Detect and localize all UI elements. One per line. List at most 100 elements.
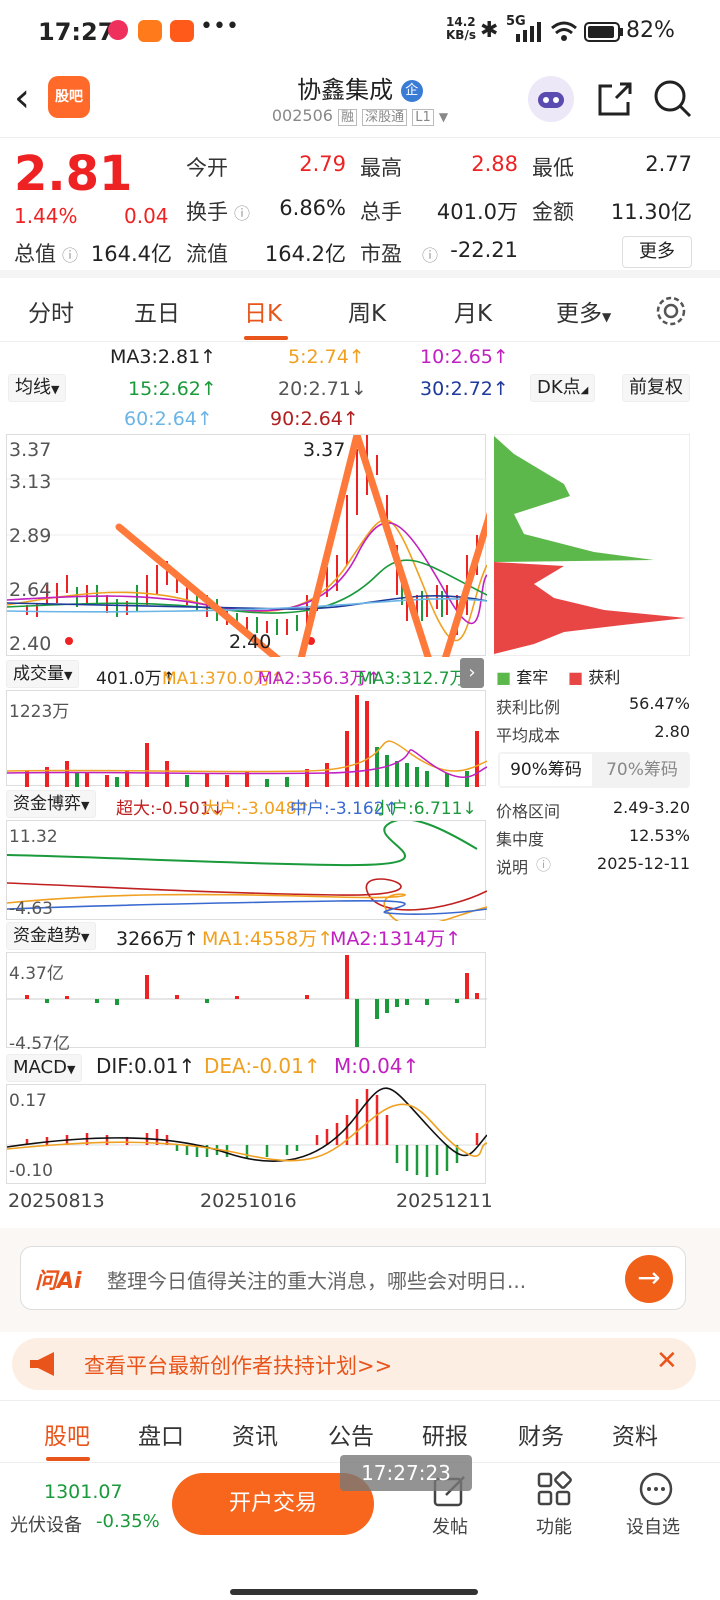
volume-ymax: 1223万 — [9, 702, 70, 722]
share-icon[interactable] — [592, 76, 638, 122]
volume-label: 总手 — [360, 200, 402, 224]
tag-connect: 深股通 — [362, 109, 408, 126]
more-quote-button[interactable]: 更多 — [622, 236, 692, 268]
profit-ratio-label: 获利比例 — [496, 698, 561, 717]
high-value: 2.88 — [471, 152, 518, 176]
info-icon[interactable]: ⓘ — [422, 242, 438, 266]
tab-monthly-k[interactable]: 月K — [454, 294, 492, 328]
adjust-select[interactable]: 前复权 — [622, 374, 690, 402]
tab-chip-70[interactable]: 70%筹码 — [596, 754, 688, 786]
home-indicator[interactable] — [230, 1589, 478, 1595]
tab-chip-90[interactable]: 90%筹码 — [500, 754, 592, 786]
stock-header: ‹ 股吧 协鑫集成 企 002506 融 深股通 L1 ▼ — [0, 66, 720, 138]
search-icon[interactable] — [650, 76, 696, 122]
date-end: 20251211 — [396, 1190, 493, 1212]
function-label[interactable]: 功能 — [536, 1513, 572, 1539]
turnover-label: 换手 — [186, 200, 228, 224]
fund-trend-select[interactable]: 资金趋势▼ — [6, 922, 97, 950]
tab-profile[interactable]: 资料 — [612, 1417, 658, 1451]
tab-research[interactable]: 研报 — [422, 1417, 468, 1451]
ask-ai-input[interactable]: 问Ai 整理今日值得关注的重大消息，哪些会对明日... → — [20, 1246, 686, 1310]
concentration-value: 12.53% — [628, 826, 690, 845]
amount-label: 金额 — [532, 200, 574, 224]
open-label: 今开 — [186, 156, 228, 180]
index-name[interactable]: 光伏设备 — [10, 1511, 82, 1537]
ma10-value: 10:2.65↑ — [420, 346, 509, 368]
turnover-value: 6.86% — [279, 196, 346, 220]
k-y-label: 2.40 — [9, 633, 52, 655]
fund-game-ymax: 11.32 — [9, 827, 58, 847]
timestamp-overlay: 17:27:23 — [340, 1455, 472, 1491]
info-icon[interactable]: ⓘ — [62, 242, 78, 266]
wifi-icon — [551, 21, 577, 41]
info-icon[interactable]: ⓘ — [234, 200, 250, 224]
date-mid: 20251016 — [200, 1190, 297, 1212]
back-icon[interactable]: ‹ — [14, 78, 30, 118]
guba-logo[interactable]: 股吧 — [48, 76, 90, 118]
close-icon[interactable]: ✕ — [656, 1346, 678, 1376]
dk-dot — [65, 637, 73, 645]
tab-guba[interactable]: 股吧 — [44, 1417, 90, 1451]
assistant-avatar-icon[interactable] — [528, 76, 574, 122]
bottom-nav: 1301.07 光伏设备 -0.35% 开户交易 发帖 功能 设自选 17:27… — [0, 1455, 720, 1600]
tab-five-day[interactable]: 五日 — [134, 294, 180, 328]
note-label: 说明 — [496, 858, 529, 877]
fund-trend-ma1: MA1:4558万↑ — [202, 928, 334, 950]
post-label[interactable]: 发帖 — [432, 1513, 468, 1539]
net-speed: 14.2 KB/s — [446, 15, 476, 42]
ask-ai-placeholder: 整理今日值得关注的重大消息，哪些会对明日... — [107, 1269, 527, 1293]
indicator-select[interactable]: 均线▼ — [8, 374, 67, 402]
tab-intraday[interactable]: 分时 — [28, 294, 74, 328]
fund-trend-ma2: MA2:1314万↑ — [330, 928, 462, 950]
fund-game-lines — [6, 818, 488, 927]
watchlist-label[interactable]: 设自选 — [626, 1513, 680, 1539]
fund-trend-ymax: 4.37亿 — [9, 964, 64, 984]
open-value: 2.79 — [299, 152, 346, 176]
send-arrow-icon[interactable]: → — [625, 1255, 673, 1303]
collapse-arrow-icon[interactable]: › — [460, 658, 484, 688]
float-cap-label: 流值 — [186, 242, 228, 266]
high-label: 最高 — [360, 156, 402, 180]
tab-daily-k[interactable]: 日K — [244, 294, 282, 328]
quote-panel: 2.81 1.44% 0.04 今开 2.79 最高 2.88 最低 2.77 … — [0, 140, 720, 278]
dk-point-toggle[interactable]: DK点◢ — [530, 374, 596, 402]
macd-select[interactable]: MACD▼ — [6, 1054, 83, 1082]
status-bar: 17:27 ••• 14.2 KB/s ✱ 5G 82% — [0, 0, 720, 66]
watchlist-icon[interactable] — [638, 1471, 674, 1507]
chip-distribution-chart — [494, 434, 690, 656]
settings-gear-icon[interactable] — [654, 294, 688, 328]
index-change: -0.35% — [96, 1511, 160, 1532]
stock-sub: 002506 融 深股通 L1 ▼ — [250, 106, 470, 126]
ma30-value: 30:2.72↑ — [420, 378, 509, 400]
bluetooth-icon: ✱ — [480, 18, 499, 43]
macd-bars — [6, 1087, 488, 1177]
macd-chart: 0.17 -0.10 — [6, 1084, 488, 1184]
info-icon[interactable]: ⓘ — [536, 854, 551, 875]
amount-value: 11.30亿 — [610, 200, 692, 224]
chevron-down-icon[interactable]: ▼ — [439, 110, 448, 124]
ma3-value: MA3:2.81↑ — [110, 346, 217, 368]
tab-news[interactable]: 资讯 — [232, 1417, 278, 1451]
change-percent: 1.44% — [14, 204, 78, 228]
k-y-label: 2.89 — [9, 525, 52, 547]
notice-text: 查看平台最新创作者扶持计划>> — [84, 1354, 393, 1378]
tab-finance[interactable]: 财务 — [518, 1417, 564, 1451]
high-marker: 3.37 — [303, 439, 346, 461]
megaphone-icon — [30, 1352, 54, 1376]
kline-chart[interactable]: 3.37 3.13 2.89 2.64 2.40 3.37 2.40 — [6, 434, 487, 657]
change-amount: 0.04 — [124, 204, 169, 228]
notice-banner[interactable]: 查看平台最新创作者扶持计划>> ✕ — [12, 1338, 696, 1390]
k-y-label: 3.13 — [9, 471, 52, 493]
fund-game-select[interactable]: 资金博弈▼ — [6, 790, 97, 818]
volume-select[interactable]: 成交量▼ — [6, 660, 80, 688]
tab-weekly-k[interactable]: 周K — [348, 294, 386, 328]
tab-more[interactable]: 更多▼ — [556, 294, 611, 328]
battery-icon — [584, 22, 623, 42]
function-grid-icon[interactable] — [536, 1471, 572, 1507]
app-icon — [170, 20, 194, 42]
fund-game-chart: 11.32 -4.63 — [6, 818, 488, 927]
index-value[interactable]: 1301.07 — [44, 1481, 123, 1503]
tab-pankou[interactable]: 盘口 — [138, 1417, 184, 1451]
tab-announcements[interactable]: 公告 — [328, 1417, 374, 1451]
float-cap-value: 164.2亿 — [264, 242, 346, 266]
